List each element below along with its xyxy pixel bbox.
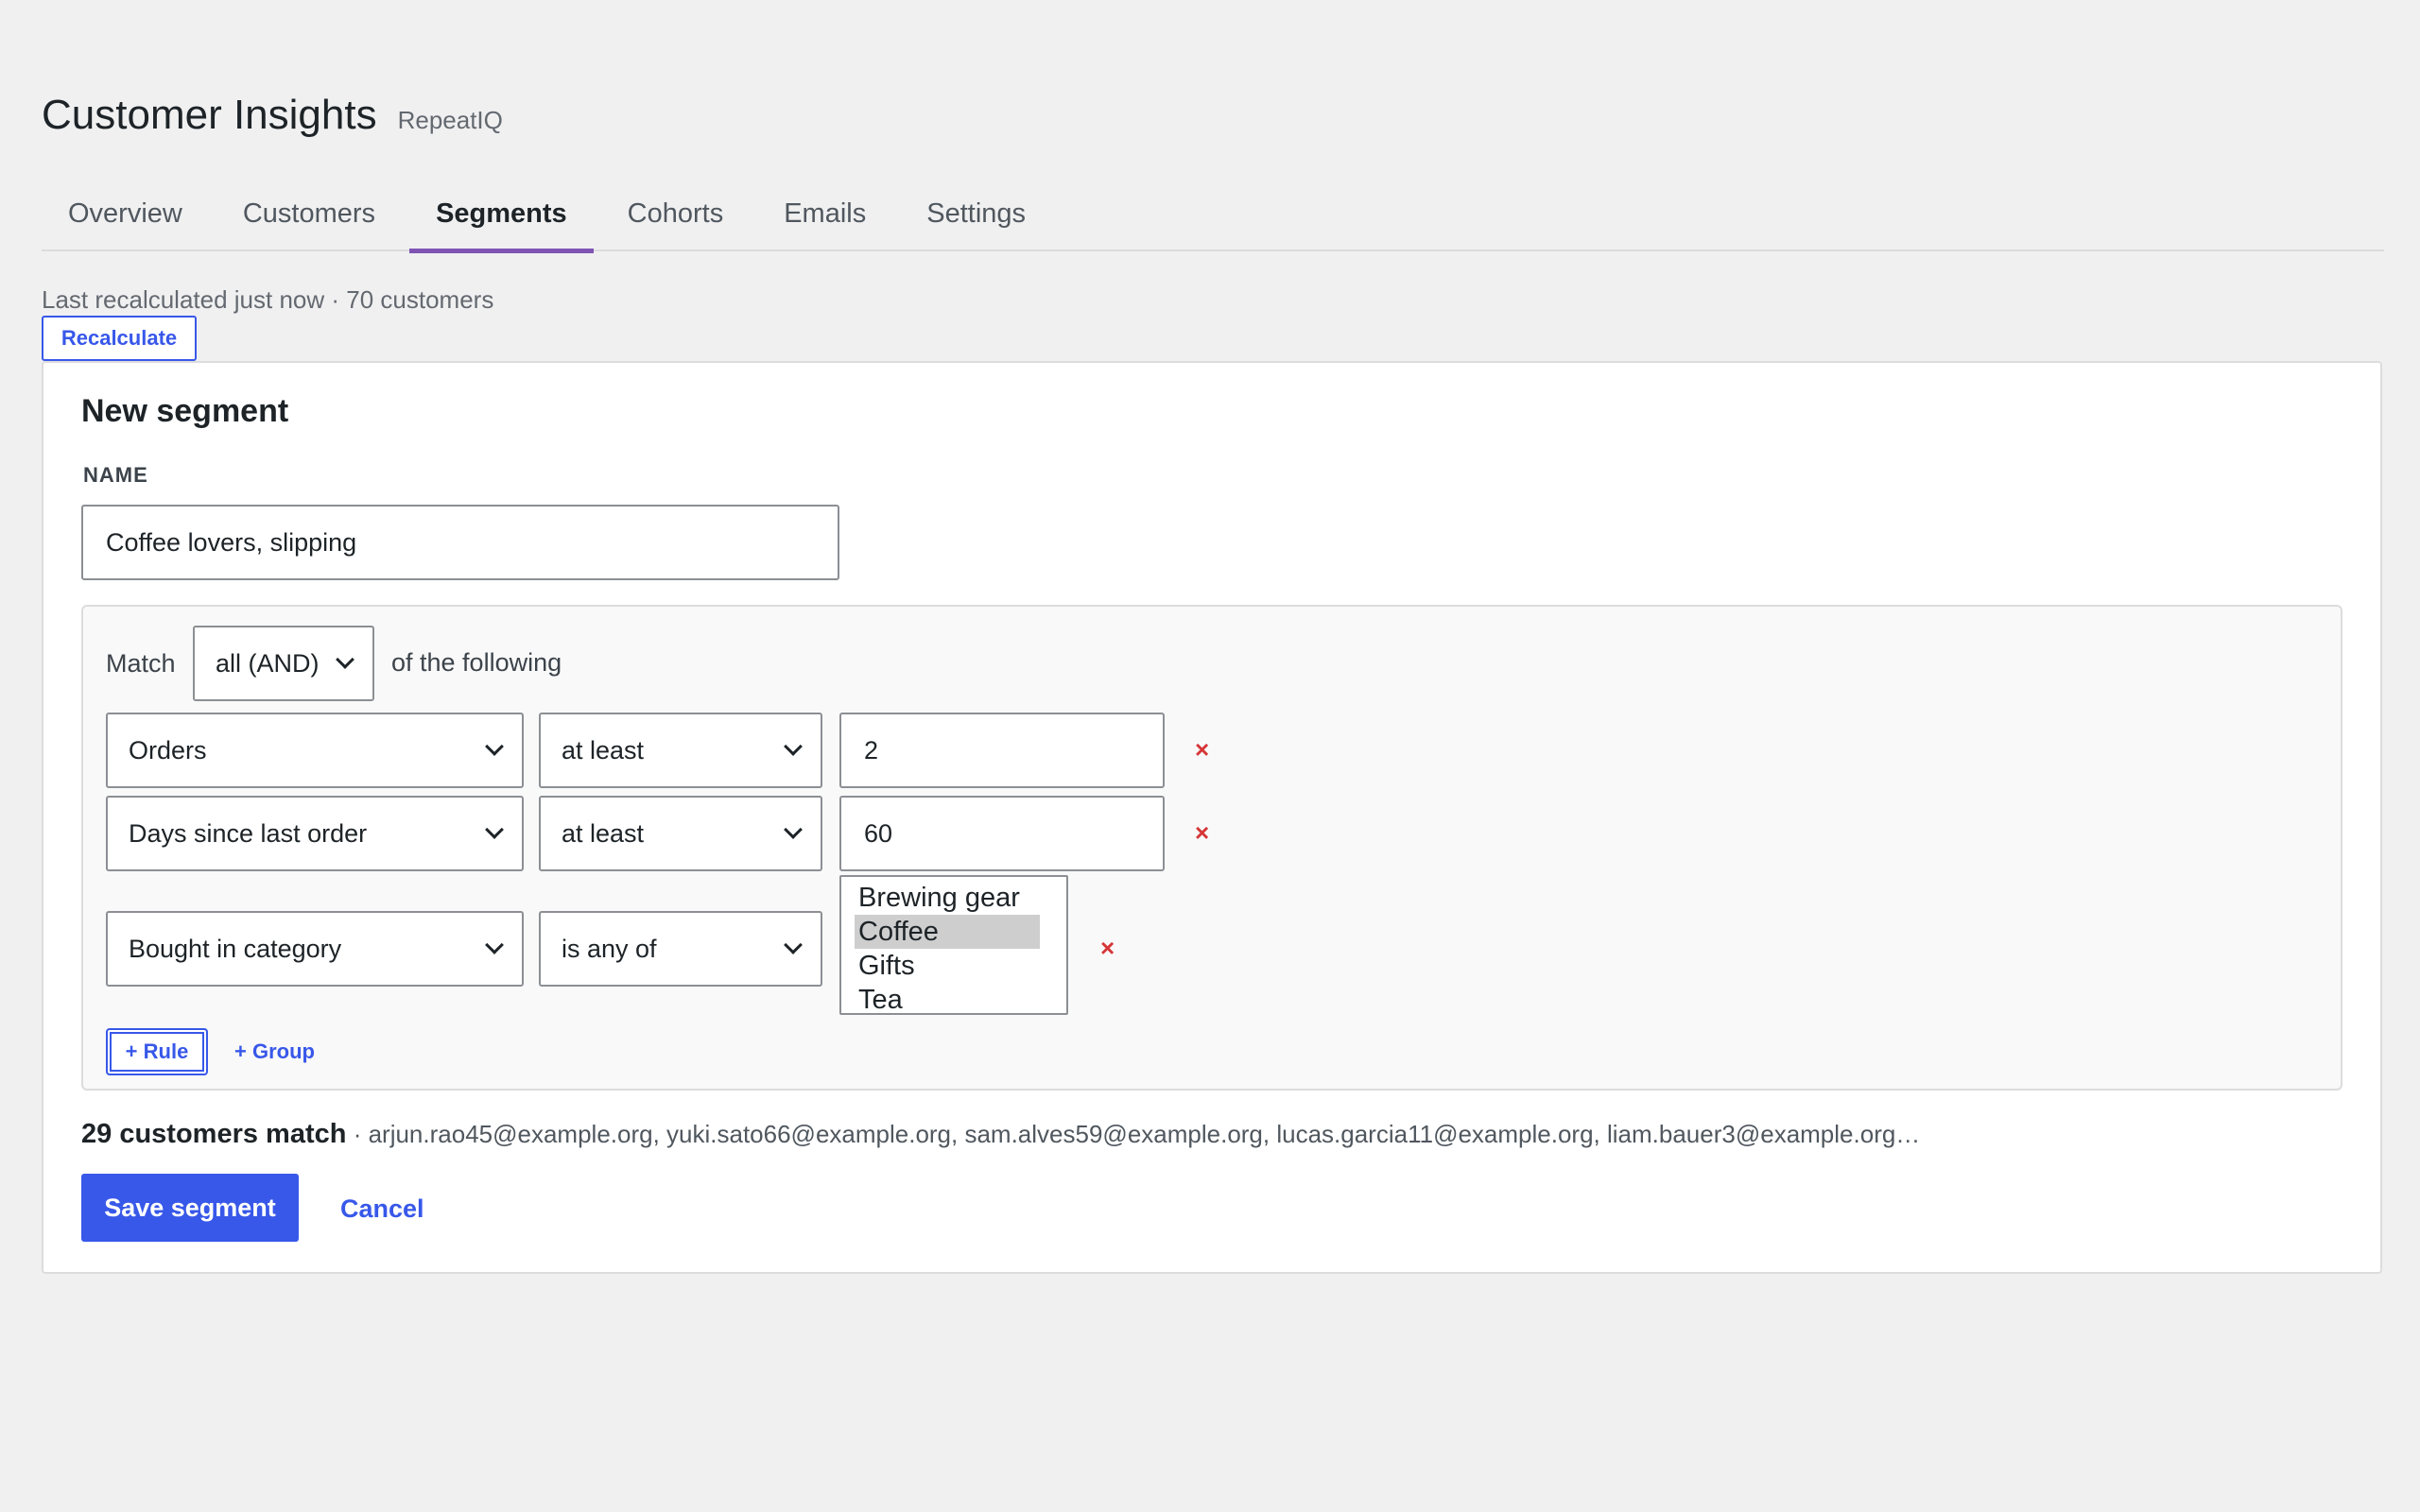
match-prefix: Match <box>106 648 176 678</box>
page-header: Customer Insights RepeatIQ <box>42 94 503 136</box>
save-segment-button[interactable]: Save segment <box>81 1174 299 1242</box>
tab-cohorts[interactable]: Cohorts <box>601 185 751 251</box>
chevron-down-icon <box>485 820 504 839</box>
category-option[interactable]: Tea <box>855 983 1040 1017</box>
chevron-down-icon <box>784 737 803 756</box>
chevron-down-icon <box>485 737 504 756</box>
rule-2-remove-icon[interactable]: × <box>1195 818 1209 848</box>
cancel-button[interactable]: Cancel <box>340 1194 424 1224</box>
rule-2-field-select[interactable]: Days since last order <box>106 796 524 871</box>
chevron-down-icon <box>485 936 504 954</box>
rule-2-field-value: Days since last order <box>129 818 368 848</box>
rule-1-remove-icon[interactable]: × <box>1195 735 1209 765</box>
match-mode-value: all (AND) <box>216 648 320 678</box>
category-option-selected[interactable]: Coffee <box>855 915 1040 949</box>
category-option[interactable]: Brewing gear <box>855 881 1040 915</box>
rule-1-field-select[interactable]: Orders <box>106 713 524 788</box>
segment-name-input[interactable]: Coffee lovers, slipping <box>81 505 839 580</box>
category-option[interactable]: Gifts <box>855 949 1040 983</box>
page-title: Customer Insights <box>42 92 377 138</box>
rule-1-operator-value: at least <box>562 735 645 765</box>
rule-3-remove-icon[interactable]: × <box>1100 934 1115 963</box>
tab-bar: Overview Customers Segments Cohorts Emai… <box>42 185 2384 253</box>
match-summary: 29 customers match · arjun.rao45@example… <box>81 1119 1920 1150</box>
recalculate-button[interactable]: Recalculate <box>42 316 197 361</box>
card-title: New segment <box>81 393 289 429</box>
rule-3-field-value: Bought in category <box>129 934 342 963</box>
tab-customers[interactable]: Customers <box>216 185 402 251</box>
add-group-button[interactable]: + Group <box>234 1040 315 1064</box>
chevron-down-icon <box>784 820 803 839</box>
new-segment-card: New segment NAME Coffee lovers, slipping… <box>42 361 2382 1274</box>
match-suffix: of the following <box>391 648 562 677</box>
rule-3-category-listbox[interactable]: Brewing gear Coffee Gifts Tea <box>839 875 1068 1015</box>
app-name: RepeatIQ <box>397 106 503 134</box>
tab-emails[interactable]: Emails <box>757 185 892 251</box>
match-mode-select[interactable]: all (AND) <box>193 626 374 701</box>
rule-1-operator-select[interactable]: at least <box>539 713 822 788</box>
rule-3-field-select[interactable]: Bought in category <box>106 911 524 987</box>
tab-overview[interactable]: Overview <box>42 185 209 251</box>
add-rule-button[interactable]: + Rule <box>106 1028 208 1075</box>
rule-3-operator-select[interactable]: is any of <box>539 911 822 987</box>
match-row: Match <box>106 626 176 701</box>
tab-segments[interactable]: Segments <box>409 185 594 253</box>
rule-2-operator-value: at least <box>562 818 645 848</box>
name-label: NAME <box>83 463 148 487</box>
recalc-status: Last recalculated just now · 70 customer… <box>42 285 494 314</box>
rule-1-field-value: Orders <box>129 735 207 765</box>
rule-3-operator-value: is any of <box>562 934 657 963</box>
rule-2-value-input[interactable]: 60 <box>839 796 1165 871</box>
tab-settings[interactable]: Settings <box>900 185 1052 251</box>
rule-1-value-input[interactable]: 2 <box>839 713 1165 788</box>
chevron-down-icon <box>784 936 803 954</box>
chevron-down-icon <box>336 650 354 669</box>
rule-2-operator-select[interactable]: at least <box>539 796 822 871</box>
rule-group: Match all (AND) of the following Orders … <box>81 605 2342 1091</box>
match-count: 29 customers match <box>81 1119 347 1149</box>
match-emails: · arjun.rao45@example.org, yuki.sato66@e… <box>346 1120 1921 1148</box>
